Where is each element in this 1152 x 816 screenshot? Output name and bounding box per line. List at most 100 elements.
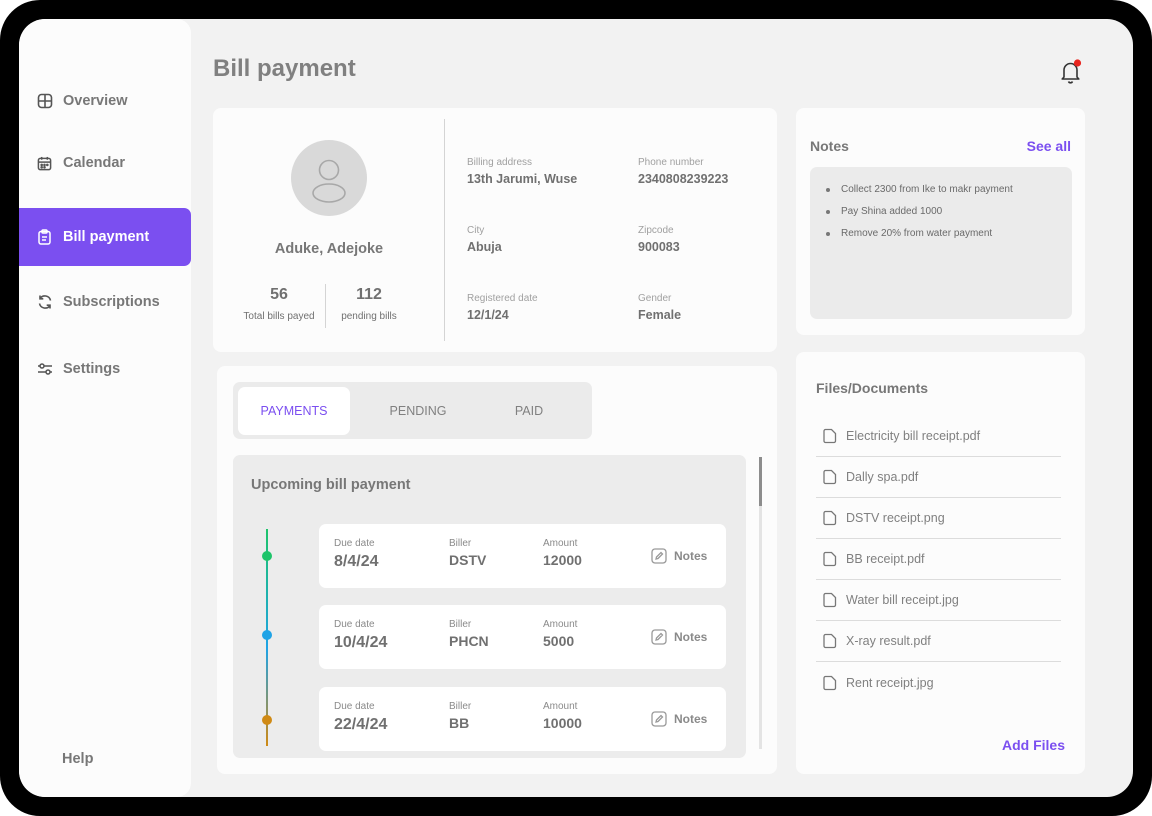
edit-icon (651, 548, 667, 564)
sidebar-item-subscriptions[interactable]: Subscriptions (19, 273, 191, 331)
sidebar-item-settings[interactable]: Settings (19, 340, 191, 398)
file-icon (822, 675, 838, 691)
profile-divider (444, 119, 445, 341)
grid-icon (36, 93, 53, 110)
due-date-value: 22/4/24 (334, 716, 388, 733)
tab-payments[interactable]: PAYMENTS (238, 387, 350, 435)
sidebar-item-label: Subscriptions (63, 294, 160, 310)
bill-amount: Amount 12000 (543, 538, 582, 568)
stat-total-bills: 56 Total bills payed (233, 286, 325, 322)
see-all-link[interactable]: See all (1027, 138, 1071, 154)
device-frame: Overview Calendar Bill payment Subscript… (0, 0, 1152, 816)
file-name: Dally spa.pdf (846, 470, 919, 484)
stat-label: pending bills (341, 311, 397, 322)
due-date-label: Due date (334, 701, 375, 712)
field-billing-address: Billing address 13th Jarumi, Wuse (467, 157, 577, 186)
file-item[interactable]: BB receipt.pdf (816, 539, 1061, 580)
bullet (826, 209, 830, 214)
biller-label: Biller (449, 619, 472, 630)
field-label: Phone number (638, 157, 704, 168)
file-icon (822, 469, 838, 485)
sidebar-item-calendar[interactable]: Calendar (19, 134, 191, 192)
notes-title: Notes (810, 138, 849, 154)
file-item[interactable]: X-ray result.pdf (816, 621, 1061, 662)
bill-notes-button[interactable]: Notes (651, 711, 707, 727)
field-registered-date: Registered date 12/1/24 (467, 293, 538, 322)
bill-card[interactable]: Due date 22/4/24 Biller BB Amount 10000 … (319, 687, 726, 751)
stat-value: 56 (270, 286, 288, 303)
field-label: Gender (638, 293, 672, 304)
file-item[interactable]: Electricity bill receipt.pdf (816, 416, 1061, 457)
amount-label: Amount (543, 701, 578, 712)
file-item[interactable]: Dally spa.pdf (816, 457, 1061, 498)
file-icon (822, 428, 838, 444)
tab-paid[interactable]: PAID (473, 387, 585, 435)
bill-due: Due date 10/4/24 (334, 619, 387, 652)
bill-notes-button[interactable]: Notes (651, 629, 707, 645)
bill-biller: Biller DSTV (449, 538, 486, 568)
due-date-value: 10/4/24 (334, 634, 388, 651)
biller-value: BB (449, 715, 470, 731)
sidebar-item-label: Bill payment (63, 229, 150, 245)
scrollbar-track[interactable] (759, 457, 762, 749)
field-value: 13th Jarumi, Wuse (467, 172, 578, 186)
note-item: Pay Shina added 1000 (826, 206, 1072, 217)
notes-card: Notes See all Collect 2300 from Ike to m… (796, 108, 1085, 335)
stat-pending-bills: 112 pending bills (326, 286, 412, 322)
field-phone-number: Phone number 2340808239223 (638, 157, 728, 186)
file-item[interactable]: DSTV receipt.png (816, 498, 1061, 539)
timeline-dot (262, 630, 272, 640)
bill-notes-button[interactable]: Notes (651, 548, 707, 564)
page-title: Bill payment (213, 55, 356, 82)
notification-button[interactable] (1059, 59, 1083, 85)
payments-card: PAYMENTS PENDING PAID Upcoming bill paym… (217, 366, 777, 774)
bullet (826, 231, 830, 236)
sliders-icon (36, 361, 53, 378)
sidebar-item-label: Settings (63, 361, 121, 377)
profile-name: Aduke, Adejoke (274, 241, 384, 257)
due-date-label: Due date (334, 538, 375, 549)
field-city: City Abuja (467, 225, 502, 254)
file-item[interactable]: Rent receipt.jpg (816, 662, 1061, 703)
profile-card: Aduke, Adejoke 56 Total bills payed 112 … (213, 108, 777, 352)
file-item[interactable]: Water bill receipt.jpg (816, 580, 1061, 621)
biller-label: Biller (449, 538, 472, 549)
stat-label: Total bills payed (243, 311, 315, 322)
amount-value: 10000 (543, 715, 582, 731)
file-icon (822, 592, 838, 608)
bill-biller: Biller PHCN (449, 619, 489, 649)
file-icon (822, 633, 838, 649)
amount-label: Amount (543, 538, 578, 549)
amount-value: 5000 (543, 633, 575, 649)
bill-amount: Amount 5000 (543, 619, 577, 649)
sidebar-item-bill-payment[interactable]: Bill payment (19, 208, 191, 266)
add-files-button[interactable]: Add Files (1002, 737, 1065, 753)
biller-label: Biller (449, 701, 472, 712)
file-name: Water bill receipt.jpg (846, 593, 959, 607)
bill-card[interactable]: Due date 8/4/24 Biller DSTV Amount 12000… (319, 524, 726, 588)
bill-card[interactable]: Due date 10/4/24 Biller PHCN Amount 5000… (319, 605, 726, 669)
sidebar-item-overview[interactable]: Overview (19, 72, 191, 130)
tab-pending[interactable]: PENDING (362, 387, 474, 435)
notes-label: Notes (674, 630, 708, 644)
file-name: BB receipt.pdf (846, 552, 925, 566)
sidebar-item-label: Overview (63, 93, 128, 109)
payments-tabs: PAYMENTS PENDING PAID (233, 382, 592, 439)
edit-icon (651, 629, 667, 645)
help-link[interactable]: Help (62, 751, 93, 767)
scrollbar-thumb[interactable] (759, 457, 762, 506)
field-label: Registered date (467, 293, 538, 304)
edit-icon (651, 711, 667, 727)
file-name: Electricity bill receipt.pdf (846, 429, 981, 443)
files-card: Files/Documents Electricity bill receipt… (796, 352, 1085, 774)
bill-biller: Biller BB (449, 701, 471, 731)
field-label: Billing address (467, 157, 533, 168)
due-date-label: Due date (334, 619, 375, 630)
field-value: Female (638, 308, 682, 322)
file-icon (822, 551, 838, 567)
note-item: Collect 2300 from Ike to makr payment (826, 184, 1072, 195)
note-text: Pay Shina added 1000 (841, 206, 943, 217)
calendar-icon (36, 155, 53, 172)
note-text: Remove 20% from water payment (841, 228, 993, 239)
field-value: 900083 (638, 240, 680, 254)
